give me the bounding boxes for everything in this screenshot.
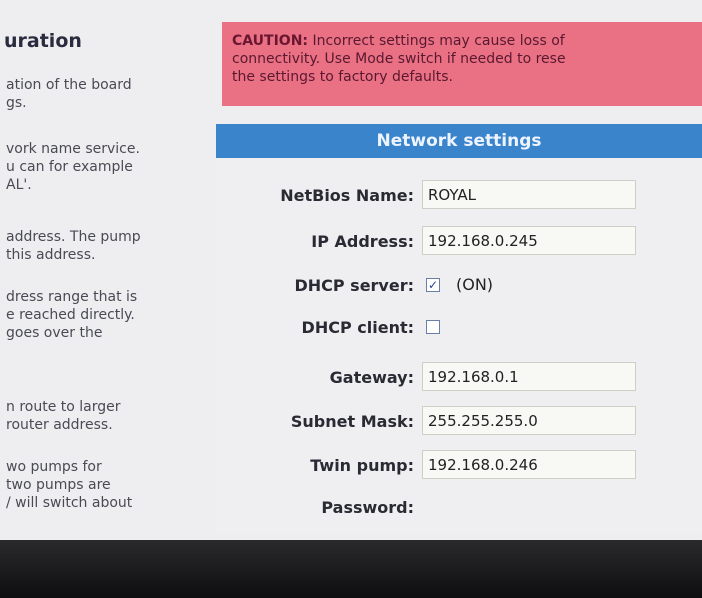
ip-label: IP Address: (311, 232, 414, 251)
netbios-input[interactable]: ROYAL (422, 180, 636, 209)
gateway-input[interactable]: 192.168.0.1 (422, 362, 636, 391)
help-line: u can for example (6, 159, 133, 175)
network-settings-panel: Network settings NetBios Name: ROYAL IP … (216, 124, 702, 534)
caution-line: the settings to factory defaults. (232, 69, 453, 85)
help-line: address. The pump (6, 229, 141, 245)
gateway-row: Gateway: 192.168.0.1 (216, 362, 702, 396)
help-text-netbios: vork name service. u can for example AL'… (6, 140, 140, 194)
help-line: wo pumps for (6, 459, 102, 475)
caution-label: CAUTION: (232, 33, 309, 49)
dhcp-server-row: DHCP server: ✓ (ON) (216, 270, 702, 304)
dhcp-server-state: (ON) (456, 275, 494, 294)
dhcp-server-label: DHCP server: (294, 276, 414, 295)
help-text-ip: address. The pump this address. (6, 228, 141, 264)
help-line: n route to larger (6, 399, 121, 415)
caution-box: CAUTION: Incorrect settings may cause lo… (222, 22, 702, 106)
help-line: router address. (6, 417, 113, 433)
help-text-board: ation of the board gs. (6, 76, 132, 112)
password-label: Password: (321, 498, 414, 517)
help-text-range: dress range that is e reached directly. … (6, 288, 137, 342)
monitor-bezel (0, 540, 702, 598)
help-line: ation of the board (6, 77, 132, 93)
help-line: vork name service. (6, 141, 140, 157)
dhcp-client-row: DHCP client: (216, 312, 702, 346)
subnet-label: Subnet Mask: (290, 412, 414, 431)
dhcp-client-checkbox[interactable] (426, 320, 440, 334)
help-line: / will switch about (6, 495, 133, 511)
caution-line: CAUTION: Incorrect settings may cause lo… (232, 32, 702, 50)
panel-header: Network settings (216, 124, 702, 158)
gateway-label: Gateway: (329, 368, 414, 387)
subnet-input[interactable]: 255.255.255.0 (422, 406, 636, 435)
caution-text: Incorrect settings may cause loss of (312, 33, 565, 49)
screen: uration ation of the board gs. vork name… (0, 0, 702, 540)
ip-row: IP Address: 192.168.0.245 (216, 226, 702, 260)
subnet-row: Subnet Mask: 255.255.255.0 (216, 406, 702, 440)
netbios-label: NetBios Name: (280, 186, 414, 205)
ip-input[interactable]: 192.168.0.245 (422, 226, 636, 255)
twin-pump-label: Twin pump: (310, 456, 414, 475)
help-line: gs. (6, 95, 27, 111)
help-line: e reached directly. (6, 307, 135, 323)
twin-pump-input[interactable]: 192.168.0.246 (422, 450, 636, 479)
help-line: dress range that is (6, 289, 138, 305)
help-line: this address. (6, 247, 96, 263)
dhcp-client-label: DHCP client: (301, 318, 414, 337)
help-line: goes over the (6, 325, 103, 341)
help-column: uration ation of the board gs. vork name… (0, 0, 215, 540)
dhcp-server-checkbox[interactable]: ✓ (426, 278, 440, 292)
help-line: AL'. (6, 177, 32, 193)
password-row: Password: (216, 492, 702, 526)
help-text-twin: wo pumps for two pumps are / will switch… (6, 458, 132, 512)
help-text-route: n route to larger router address. (6, 398, 121, 434)
caution-line: connectivity. Use Mode switch if needed … (232, 51, 566, 67)
help-line: two pumps are (6, 477, 111, 493)
netbios-row: NetBios Name: ROYAL (216, 180, 702, 214)
twin-pump-row: Twin pump: 192.168.0.246 (216, 450, 702, 484)
password-input[interactable] (422, 492, 636, 521)
page-title: uration (4, 30, 82, 52)
